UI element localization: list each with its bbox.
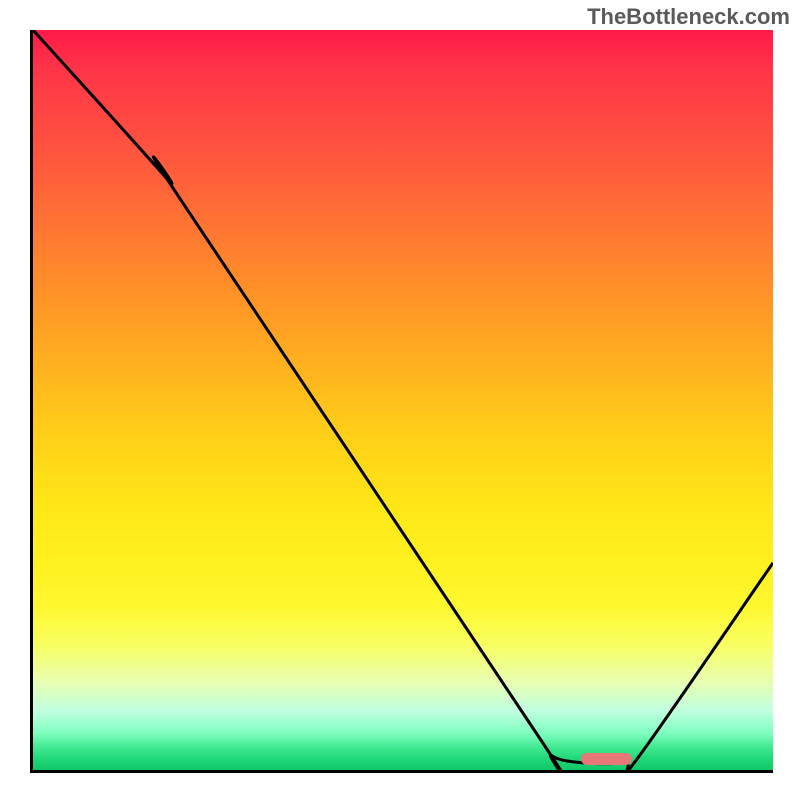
chart-container: TheBottleneck.com xyxy=(0,0,800,800)
optimal-range-marker xyxy=(581,753,633,765)
chart-plot-area xyxy=(30,30,773,773)
bottleneck-curve xyxy=(33,30,773,770)
watermark-text: TheBottleneck.com xyxy=(587,4,790,30)
